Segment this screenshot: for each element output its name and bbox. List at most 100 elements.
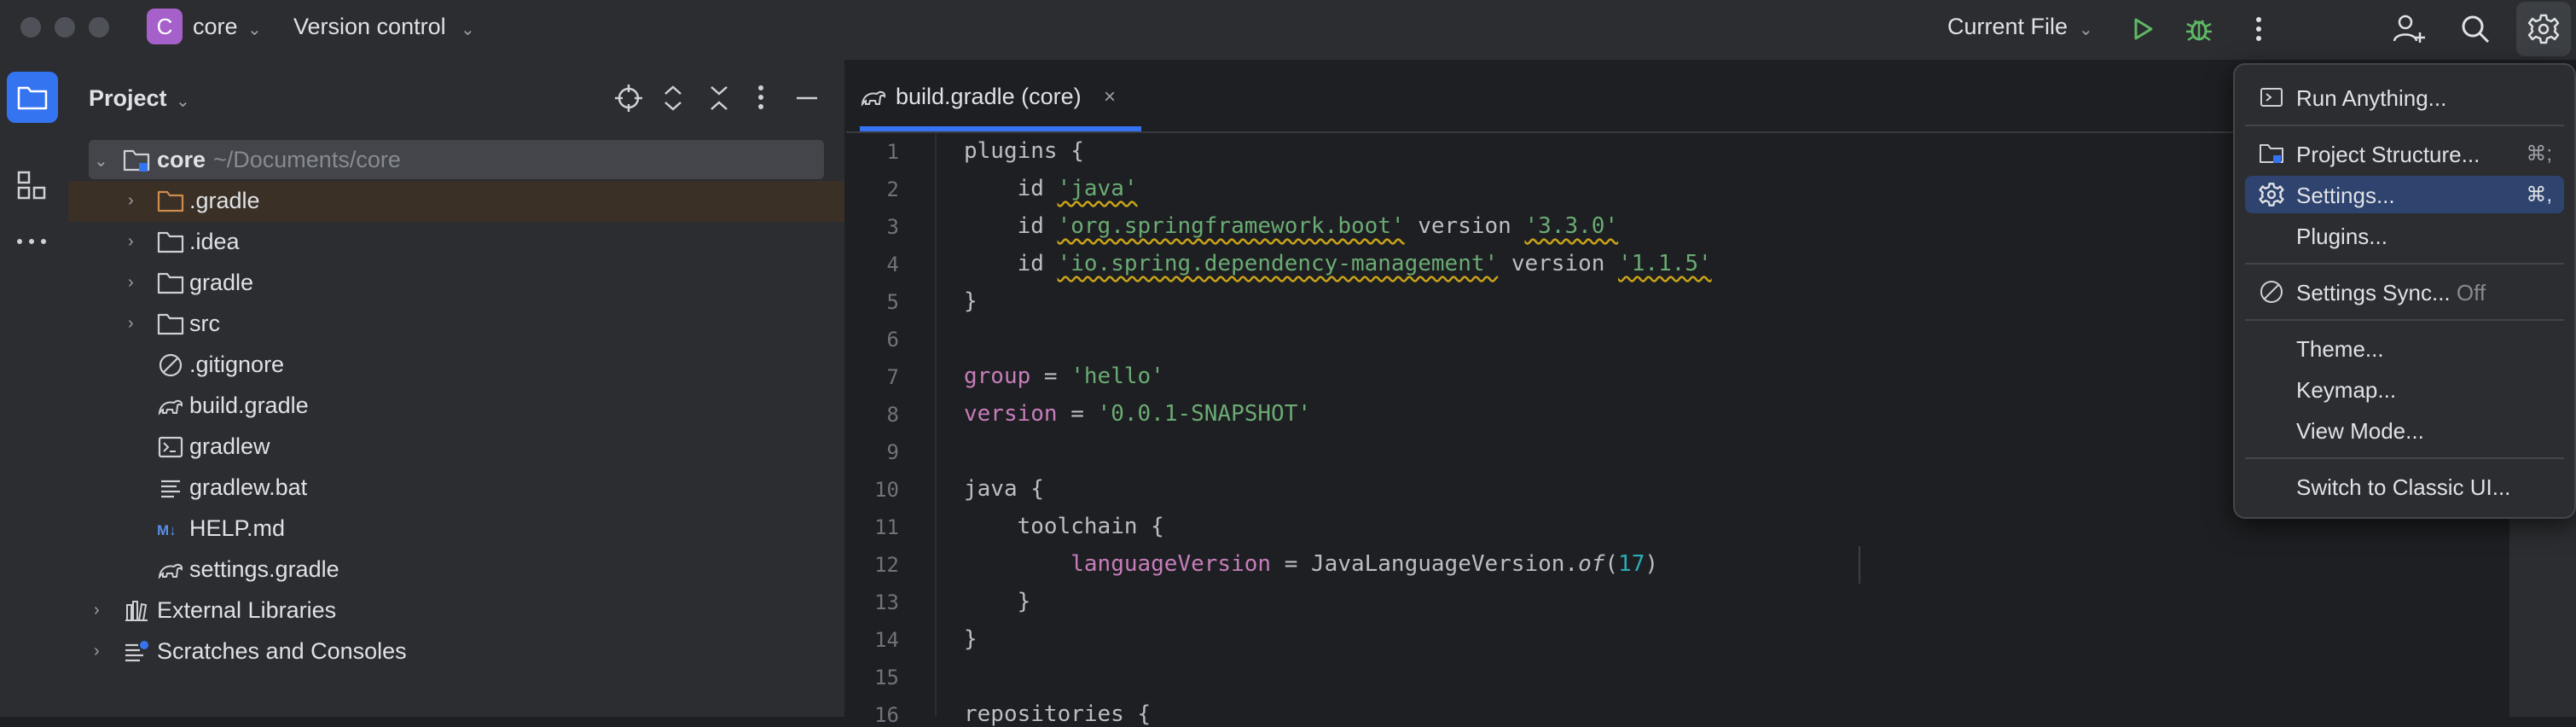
chevron-down-icon[interactable]: ⌄ [247, 19, 262, 40]
code-line[interactable]: repositories { [964, 701, 1151, 727]
tree-item[interactable]: settings.gradle [68, 550, 844, 590]
project-badge[interactable]: C [147, 9, 183, 44]
menu-separator [2245, 263, 2564, 265]
window-close-button[interactable] [20, 17, 41, 38]
ignore-file-icon [157, 352, 184, 379]
menu-item-label: Project Structure... [2296, 142, 2480, 167]
tree-item[interactable]: › src [68, 304, 844, 345]
chevron-right-icon[interactable]: › [94, 642, 100, 661]
menu-item-theme[interactable]: Theme... [2245, 329, 2564, 367]
menu-item-project-structure[interactable]: Project Structure... ⌘; [2245, 135, 2564, 172]
gradle-icon [157, 393, 184, 420]
project-tool-button[interactable] [7, 72, 58, 123]
menu-item-settings[interactable]: Settings... ⌘, [2245, 176, 2564, 213]
code-line[interactable]: id 'io.spring.dependency-management' ver… [964, 251, 1712, 276]
chevron-down-icon[interactable]: ⌄ [176, 90, 190, 112]
chevron-down-icon[interactable]: ⌄ [2079, 19, 2093, 40]
panel-title[interactable]: Project [89, 85, 167, 112]
code-line[interactable]: } [964, 288, 978, 314]
tree-item[interactable]: gradlew [68, 427, 844, 468]
run-anything-icon [2259, 84, 2284, 110]
folder-icon [17, 86, 48, 110]
add-user-icon[interactable] [2383, 3, 2434, 55]
code-line[interactable]: group = 'hello' [964, 364, 1164, 389]
line-number: 13 [874, 590, 899, 614]
menu-item-label: Plugins... [2296, 224, 2387, 249]
library-icon [123, 597, 150, 625]
vcs-widget[interactable]: Version control [293, 14, 446, 40]
scratches-row[interactable]: › Scratches and Consoles [68, 631, 844, 672]
chevron-right-icon[interactable]: › [94, 601, 100, 620]
chevron-down-icon[interactable]: ⌄ [94, 150, 108, 172]
code-line[interactable]: plugins { [964, 138, 1084, 164]
run-config-selector[interactable]: Current File [1947, 14, 2068, 40]
indent-guide [1859, 546, 1860, 584]
terminal-file-icon [157, 433, 184, 461]
tree-item[interactable]: build.gradle [68, 386, 844, 427]
tree-item[interactable]: › gradle [68, 263, 844, 304]
expand-all-icon[interactable] [660, 84, 686, 113]
menu-item-keymap[interactable]: Keymap... [2245, 370, 2564, 408]
line-number: 4 [886, 253, 899, 276]
more-tools-icon[interactable] [15, 237, 48, 246]
sync-disabled-icon [2259, 279, 2284, 305]
menu-item-label: Run Anything... [2296, 85, 2447, 111]
search-icon[interactable] [2450, 3, 2501, 55]
menu-separator [2245, 319, 2564, 321]
chevron-right-icon[interactable]: › [128, 273, 134, 293]
tree-item[interactable]: M↓ HELP.md [68, 509, 844, 550]
line-number: 16 [874, 703, 899, 727]
scratches-icon [123, 638, 150, 666]
menu-item-shortcut: ⌘; [2526, 142, 2552, 166]
module-folder-icon [123, 147, 150, 174]
menu-item-classic-ui[interactable]: Switch to Classic UI... [2245, 468, 2564, 505]
code-line[interactable]: id 'java' [964, 176, 1138, 201]
editor-tab[interactable]: build.gradle (core) × [860, 60, 1141, 131]
window-minimize-button[interactable] [55, 17, 75, 38]
options-icon[interactable] [757, 84, 764, 111]
tree-root-row[interactable]: ⌄ core ~/Documents/core [68, 140, 844, 181]
folder-icon [157, 229, 184, 256]
hide-panel-icon[interactable] [795, 96, 819, 101]
chevron-right-icon[interactable]: › [128, 191, 134, 211]
code-line[interactable]: } [964, 589, 1031, 614]
gear-icon [2259, 182, 2284, 207]
line-number-gutter: 1 2 3 4 5 6 7 8 9 10 11 12 13 14 15 16 [846, 133, 935, 727]
line-number: 5 [886, 290, 899, 314]
line-number: 7 [886, 365, 899, 389]
menu-item-shortcut: ⌘, [2526, 183, 2552, 206]
external-libraries-row[interactable]: › External Libraries [68, 590, 844, 631]
project-name[interactable]: core [193, 14, 238, 40]
chevron-down-icon[interactable]: ⌄ [461, 19, 475, 40]
code-line[interactable]: id 'org.springframework.boot' version '3… [964, 213, 1618, 239]
close-icon[interactable]: × [1104, 85, 1116, 109]
structure-icon[interactable] [17, 171, 46, 200]
chevron-right-icon[interactable]: › [128, 232, 134, 252]
project-panel: Project ⌄ ⌄ core ~/Documents/core › .gra… [68, 60, 846, 717]
code-line[interactable]: java { [964, 476, 1044, 502]
menu-item-plugins[interactable]: Plugins... [2245, 217, 2564, 254]
menu-item-view-mode[interactable]: View Mode... [2245, 411, 2564, 449]
chevron-right-icon[interactable]: › [128, 314, 134, 334]
settings-gear-button[interactable] [2516, 2, 2571, 56]
code-line[interactable]: } [964, 626, 978, 652]
locate-icon[interactable] [614, 84, 643, 113]
tree-item[interactable]: › .idea [68, 222, 844, 263]
code-line[interactable]: languageVersion = JavaLanguageVersion.of… [964, 551, 1658, 577]
menu-item-run-anything[interactable]: Run Anything... [2245, 79, 2564, 116]
collapse-all-icon[interactable] [706, 84, 732, 113]
tree-item[interactable]: .gitignore [68, 345, 844, 386]
code-line[interactable]: version = '0.0.1-SNAPSHOT' [964, 401, 1311, 427]
code-line[interactable]: toolchain { [964, 514, 1164, 539]
tree-item[interactable]: gradlew.bat [68, 468, 844, 509]
line-number: 12 [874, 553, 899, 577]
more-actions-icon[interactable] [2233, 3, 2284, 55]
debug-icon[interactable] [2173, 3, 2225, 55]
title-bar: C core ⌄ Version control ⌄ Current File … [0, 0, 2576, 60]
window-zoom-button[interactable] [89, 17, 109, 38]
folder-icon [157, 188, 184, 215]
menu-item-settings-sync[interactable]: Settings Sync... Off [2245, 273, 2564, 311]
menu-item-label: Keymap... [2296, 377, 2397, 403]
run-icon[interactable] [2117, 3, 2168, 55]
tree-item[interactable]: › .gradle [68, 181, 844, 222]
